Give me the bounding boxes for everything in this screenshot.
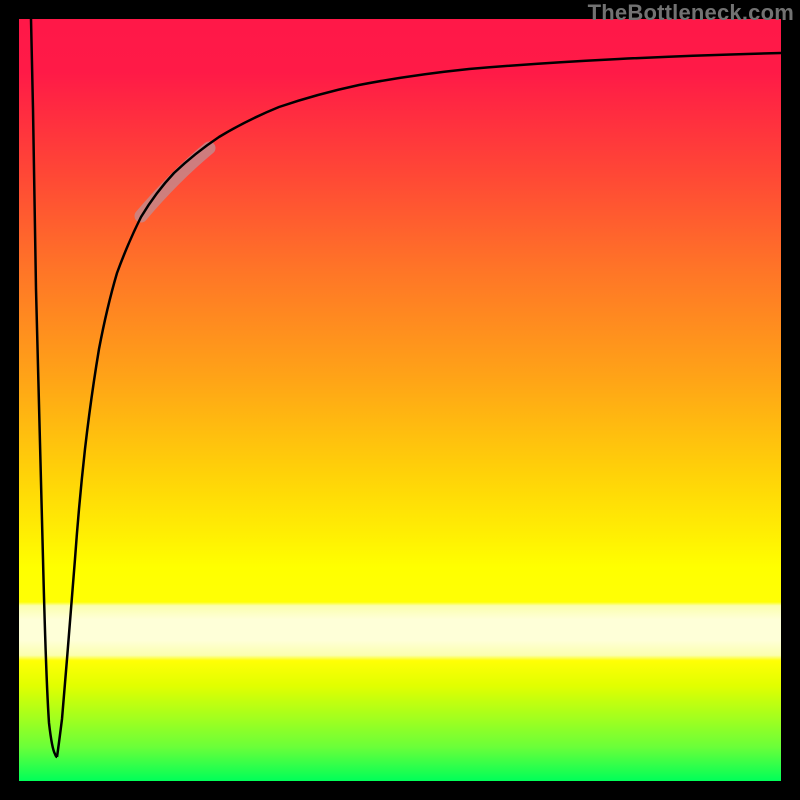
- chart-plot-area: [19, 19, 781, 781]
- chart-svg: [19, 19, 781, 781]
- chart-curve-initial-drop: [31, 19, 57, 757]
- chart-highlight-segment: [141, 148, 209, 216]
- chart-curve-main: [57, 53, 781, 757]
- attribution-watermark: TheBottleneck.com: [588, 0, 794, 26]
- chart-frame: TheBottleneck.com: [0, 0, 800, 800]
